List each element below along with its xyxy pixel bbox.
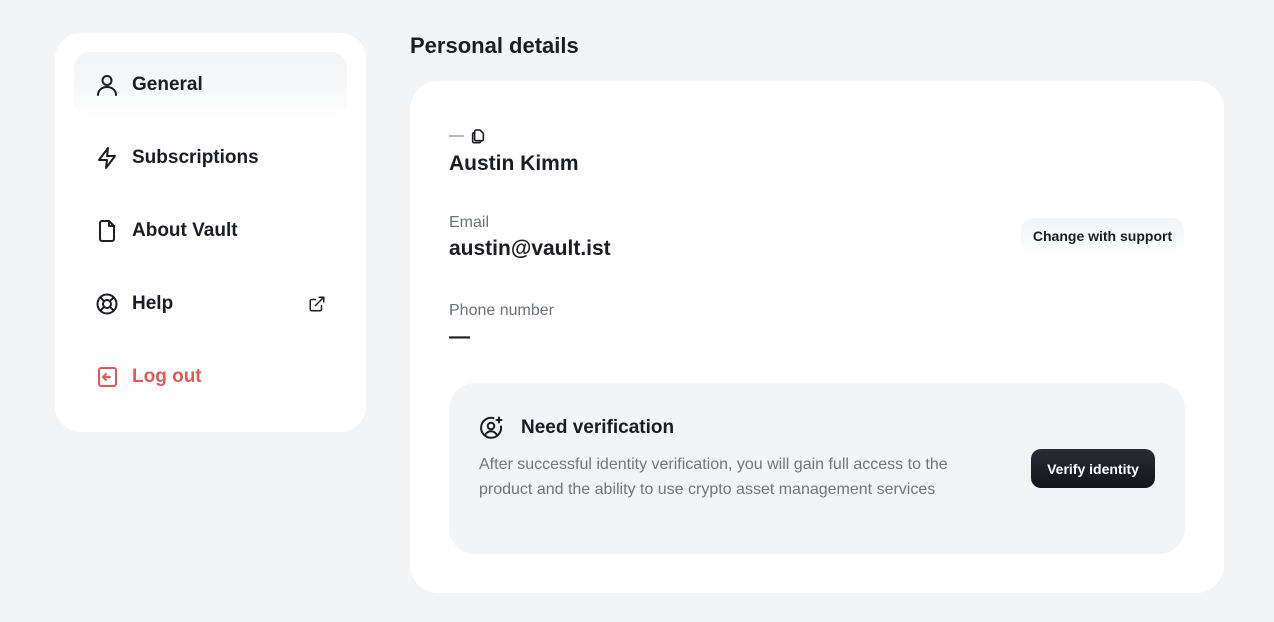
email-value: austin@vault.ist [449,237,611,260]
sidebar-item-help[interactable]: Help [74,271,347,337]
email-label: Email [449,214,490,231]
sidebar-item-logout[interactable]: Log out [74,344,347,410]
settings-sidebar: General Subscriptions About Vault Help L… [55,33,366,432]
page-title: Personal details [410,33,579,58]
sidebar-item-label: About Vault [132,220,238,241]
change-with-support-button[interactable]: Change with support [1021,218,1184,254]
phone-value: — [449,325,470,348]
verification-header: Need verification [479,415,674,441]
logout-icon [95,365,119,389]
full-name: Austin Kimm [449,152,579,175]
verification-title: Need verification [521,417,675,438]
copy-icon[interactable] [470,128,486,144]
sidebar-item-label: Subscriptions [132,147,259,168]
sidebar-item-subscriptions[interactable]: Subscriptions [74,125,347,191]
phone-label: Phone number [449,302,554,319]
name-meta-row: — [449,127,486,144]
user-icon [95,73,119,97]
document-icon [95,219,119,243]
verification-description: After successful identity verification, … [479,456,948,498]
external-link-icon [308,295,326,313]
personal-details-card: — Austin Kimm Email austin@vault.ist Cha… [410,81,1224,593]
user-verification-icon [479,415,505,441]
verification-panel: Need verification After successful ident… [449,383,1185,554]
sidebar-item-label: Log out [132,366,202,387]
lightning-icon [95,146,119,170]
sidebar-item-label: General [132,74,203,95]
lifebuoy-icon [95,292,119,316]
sidebar-item-label: Help [132,293,174,314]
verify-identity-button[interactable]: Verify identity [1031,449,1155,488]
sidebar-item-general[interactable]: General [74,52,347,118]
name-meta-value: — [449,127,464,144]
sidebar-item-about-vault[interactable]: About Vault [74,198,347,264]
